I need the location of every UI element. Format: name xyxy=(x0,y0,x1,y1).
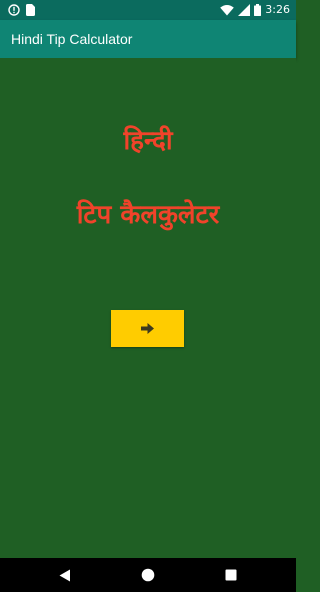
back-icon xyxy=(59,569,70,581)
headline-tip-calculator: टिप कैलकुलेटर xyxy=(76,200,220,230)
headline-hindi: हिन्दी xyxy=(123,126,173,156)
next-button[interactable] xyxy=(111,310,184,347)
sim-card-icon xyxy=(26,4,35,16)
back-button[interactable] xyxy=(56,566,74,584)
app-title: Hindi Tip Calculator xyxy=(11,31,133,47)
status-bar: 3:26 xyxy=(0,0,296,20)
battery-icon xyxy=(254,4,262,16)
system-status-icons: 3:26 xyxy=(220,2,290,18)
app-bar: Hindi Tip Calculator xyxy=(0,20,296,58)
alert-icon xyxy=(8,4,20,16)
cellular-signal-icon xyxy=(238,4,251,16)
arrow-right-icon xyxy=(141,323,154,334)
notification-icons xyxy=(8,3,35,17)
navigation-bar xyxy=(0,558,296,592)
wifi-icon xyxy=(220,4,235,16)
home-button[interactable] xyxy=(139,566,157,584)
recents-icon xyxy=(225,569,237,581)
recents-button[interactable] xyxy=(222,566,240,584)
main-content: हिन्दी टिप कैलकुलेटर xyxy=(0,58,296,558)
home-icon xyxy=(141,568,155,582)
status-time: 3:26 xyxy=(265,3,290,16)
